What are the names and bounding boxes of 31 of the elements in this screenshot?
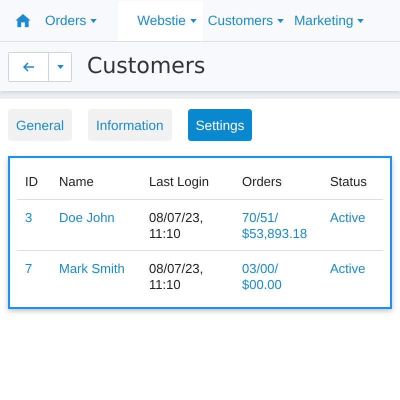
status-link[interactable]: Active [330,210,366,225]
id-link[interactable]: 3 [25,210,32,225]
nav-menu-item[interactable]: Webstie [118,0,203,40]
column-header: Last Login [141,166,234,200]
nav-menu-item[interactable]: Orders [40,0,102,40]
arrow-left-icon [22,62,34,72]
orders-link[interactable]: 03/00/ $00.00 [242,261,314,293]
tab[interactable]: Information [88,109,172,141]
caret-icon [56,64,64,68]
table-cell: 08/07/23, 11:10 [149,210,204,241]
nav-menu-item[interactable]: Customers [202,0,290,40]
page-title: Customers [87,54,206,79]
home-icon[interactable] [14,13,32,28]
caret-icon [190,18,197,22]
tab[interactable]: General [8,109,72,141]
id-link[interactable]: 7 [25,261,32,276]
caret-icon [357,18,364,22]
column-header: Name [51,166,141,200]
table-cell: 08/07/23, 11:10 [149,261,204,292]
caret-icon [90,18,98,22]
name-link[interactable]: Doe John [59,210,115,225]
column-header: Status [322,166,383,200]
column-header: Orders [234,166,322,200]
tab[interactable]: Settings [188,109,252,141]
status-link[interactable]: Active [330,261,366,276]
name-link[interactable]: Mark Smith [59,261,125,276]
orders-link[interactable]: 70/51/ $53,893.18 [242,210,314,242]
nav-menu-item[interactable]: Marketing [289,0,370,40]
dropdown-button[interactable] [48,52,71,80]
caret-icon [277,18,284,22]
column-header: ID [17,166,51,200]
